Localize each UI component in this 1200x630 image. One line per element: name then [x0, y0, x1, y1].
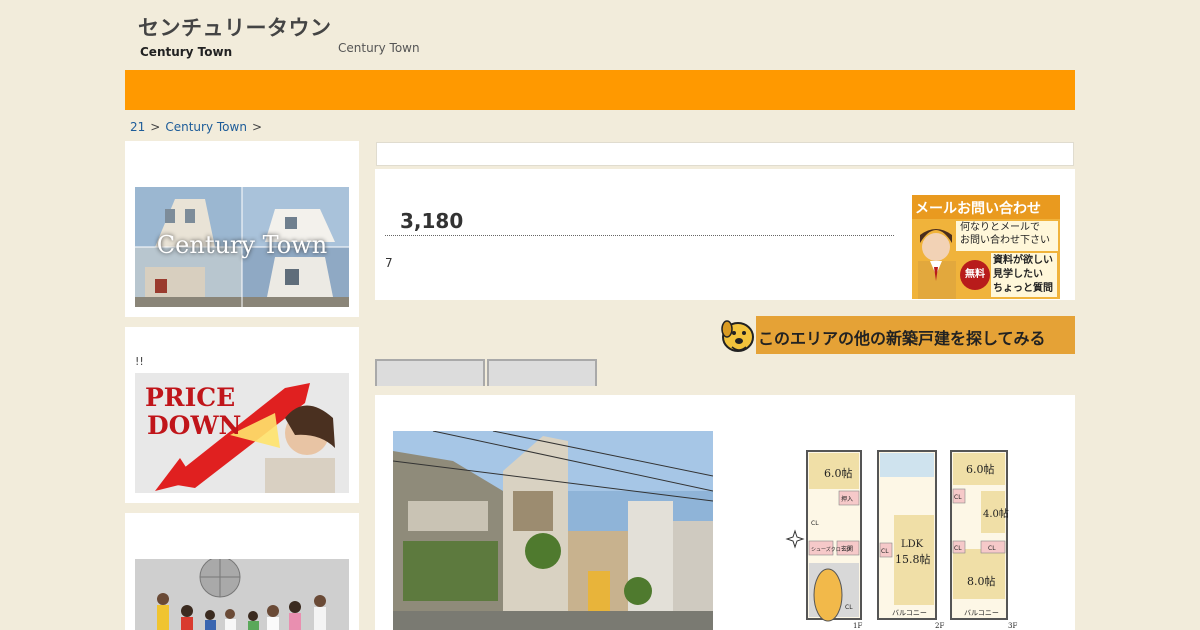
mail-contact-desc-line1: 何なりとメールで [960, 222, 1040, 233]
free-badge: 無料 [960, 260, 990, 290]
room-3f-6: 6.0帖 [966, 463, 995, 476]
mail-contact-desc: 何なりとメールで お問い合わせ下さい [960, 221, 1050, 247]
tab-photos[interactable] [375, 359, 485, 386]
dog-mascot-icon [721, 320, 754, 352]
floor-label-3f: 3F [1008, 622, 1017, 630]
room-2f-ldk: LDK [901, 539, 924, 550]
room-2f-balcony: バルコニー [892, 609, 927, 617]
mail-contact-title: メールお問い合わせ [915, 201, 1041, 217]
property-price: 3,180 [400, 209, 464, 233]
century-town-banner[interactable]: Century Town [135, 187, 349, 307]
room-1f-oshiire: 押入 [841, 495, 853, 503]
main-header-bar [376, 142, 1074, 166]
room-3f-cl-2: CL [954, 545, 962, 552]
property-sub-note: 7 [385, 256, 393, 270]
mail-contact-option-1: 資料が欲しい [993, 255, 1053, 266]
site-header: センチュリータウン Century Town Century Town [0, 0, 1200, 70]
floor-label-1f: 1F [853, 622, 862, 630]
compass-icon [785, 529, 805, 549]
mail-contact-option-2: 見学したい [993, 269, 1043, 280]
mail-contact-options: 資料が欲しい 見学したい ちょっと質問 [993, 254, 1053, 296]
room-1f-cl-2: CL [845, 604, 853, 611]
room-3f-4: 4.0帖 [983, 507, 1009, 520]
room-2f-size: 15.8帖 [895, 553, 931, 566]
room-3f-cl-1: CL [954, 494, 962, 501]
logo-japanese: センチュリータウン [138, 16, 332, 40]
breadcrumb: 21 > Century Town > [130, 120, 267, 134]
century-town-banner-text: Century Town [156, 231, 328, 259]
breadcrumb-item-home[interactable]: 21 [130, 120, 145, 134]
sidebar-box-price-down: !! PRICE DOWN [125, 327, 359, 503]
price-down-note: !! [135, 355, 144, 368]
room-1f-6: 6.0帖 [824, 467, 853, 480]
price-down-text-1: PRICE [145, 383, 236, 412]
mail-contact-banner[interactable]: メールお問い合わせ 何なりとメールで お問い合わせ下さい 無料 資料が欲しい 見… [912, 195, 1060, 299]
floorplan-image[interactable]: 6.0帖 押入 CL シューズクローク 玄関 CL LDK 15.8帖 CL バ… [783, 445, 1043, 630]
price-down-text-2: DOWN [147, 411, 242, 440]
site-logo[interactable]: センチュリータウン Century Town [138, 12, 332, 59]
kids-globe-banner[interactable] [135, 559, 349, 630]
header-tagline: Century Town [338, 41, 420, 55]
search-area-banner[interactable]: このエリアの他の新築戸建を探してみる [720, 315, 1075, 355]
room-3f-balcony: バルコニー [964, 609, 999, 617]
room-3f-cl-3: CL [988, 545, 996, 552]
search-area-banner-label: このエリアの他の新築戸建を探してみる [758, 329, 1046, 348]
breadcrumb-separator: > [251, 120, 262, 134]
breadcrumb-item-century-town[interactable]: Century Town [165, 120, 247, 134]
tab-floorplan[interactable] [487, 359, 597, 386]
mail-contact-desc-line2: お問い合わせ下さい [960, 235, 1050, 246]
property-info-box: 3,180 7 メールお問い合わせ 何なりとメールで お問い合わせ下さい 無料 … [375, 169, 1075, 300]
room-3f-8: 8.0帖 [967, 575, 996, 588]
sidebar-box-century-town: Century Town [125, 141, 359, 317]
floor-label-2f: 2F [935, 622, 944, 630]
price-down-banner[interactable]: PRICE DOWN [135, 373, 349, 493]
house-exterior-photo[interactable] [393, 431, 713, 630]
mail-contact-option-3: ちょっと質問 [993, 283, 1053, 294]
room-1f-cl: CL [811, 520, 819, 527]
sidebar-box-kids [125, 513, 359, 630]
room-1f-genkan: 玄関 [841, 545, 853, 553]
breadcrumb-separator: > [150, 120, 161, 134]
main-nav-bar [125, 70, 1075, 110]
property-media-box: 6.0帖 押入 CL シューズクローク 玄関 CL LDK 15.8帖 CL バ… [375, 395, 1075, 630]
room-2f-cl: CL [881, 548, 889, 555]
logo-english: Century Town [140, 45, 233, 59]
price-divider [385, 235, 894, 236]
